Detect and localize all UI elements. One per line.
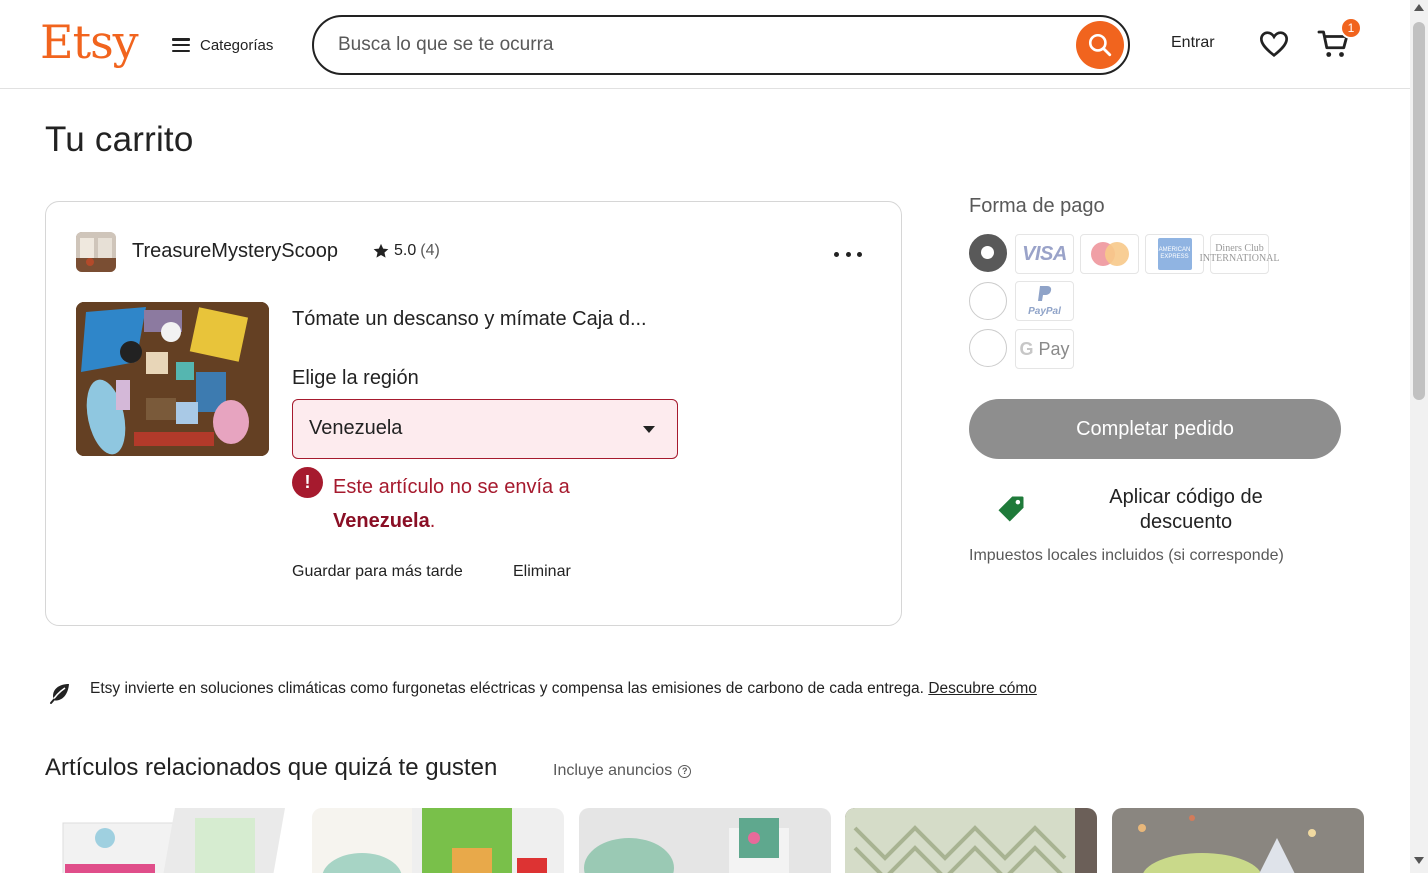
remove-button[interactable]: Eliminar <box>513 563 571 581</box>
payment-radio-googlepay[interactable] <box>969 329 1007 367</box>
search-button[interactable] <box>1076 21 1124 69</box>
tag-icon <box>998 496 1024 522</box>
chevron-down-icon <box>643 426 655 433</box>
page-scrollbar[interactable] <box>1410 0 1428 873</box>
learn-how-link[interactable]: Descubre cómo <box>928 680 1037 697</box>
mastercard-icon <box>1090 242 1129 266</box>
scroll-down-arrow[interactable] <box>1414 857 1424 864</box>
scroll-up-arrow[interactable] <box>1414 4 1424 11</box>
related-items-title: Artículos relacionados que quizá te gust… <box>45 754 498 781</box>
region-label: Elige la región <box>292 367 419 389</box>
product-image[interactable] <box>76 302 269 456</box>
related-item-image <box>312 808 564 873</box>
climate-text: Etsy invierte en soluciones climáticas c… <box>90 680 924 697</box>
page-title: Tu carrito <box>45 120 194 159</box>
categories-button[interactable]: Categorías <box>172 30 273 60</box>
climate-message: Etsy invierte en soluciones climáticas c… <box>90 680 1037 698</box>
complete-order-button[interactable]: Completar pedido <box>969 399 1341 459</box>
error-country: Venezuela <box>333 510 430 532</box>
rating-value: 5.0 <box>394 242 417 259</box>
menu-icon <box>172 38 190 52</box>
error-icon: ! <box>292 467 323 498</box>
related-item-image <box>45 808 297 873</box>
related-item-image <box>1112 808 1364 873</box>
includes-ads-note: Incluye anuncios ? <box>553 762 692 780</box>
paypal-p-icon <box>1037 286 1051 301</box>
visa-logo: VISA <box>1015 234 1074 274</box>
more-options-icon[interactable] <box>834 246 862 262</box>
related-item-thumbnail[interactable] <box>312 808 564 873</box>
diners-club-logo: Diners Club INTERNATIONAL <box>1200 234 1280 274</box>
categories-label: Categorías <box>200 36 274 54</box>
mastercard-logo <box>1080 234 1139 274</box>
heart-icon[interactable] <box>1258 28 1290 60</box>
cart-item-card: TreasureMysteryScoop 5.0 (4) Tómate un d… <box>45 201 902 626</box>
related-item-image <box>845 808 1097 873</box>
related-item-thumbnail[interactable] <box>579 808 831 873</box>
shipping-error-message: Este artículo no se envía a Venezuela. <box>333 470 633 538</box>
review-count: (4) <box>420 242 440 259</box>
shop-rating: 5.0 (4) <box>372 242 440 260</box>
shop-avatar[interactable] <box>76 232 116 272</box>
site-header: Etsy Categorías Entrar 1 <box>0 0 1410 89</box>
product-photo <box>76 302 269 456</box>
help-icon[interactable]: ? <box>678 764 692 778</box>
etsy-logo[interactable]: Etsy <box>40 14 139 70</box>
related-item-image <box>579 808 831 873</box>
related-item-thumbnail[interactable] <box>45 808 297 873</box>
leaf-icon <box>50 684 69 704</box>
taxes-note: Impuestos locales incluidos (si correspo… <box>969 547 1284 564</box>
related-item-thumbnail[interactable] <box>1112 808 1364 873</box>
related-item-thumbnail[interactable] <box>845 808 1097 873</box>
payment-radio-card[interactable] <box>969 234 1007 272</box>
save-for-later-button[interactable]: Guardar para más tarde <box>292 563 463 581</box>
search-input[interactable] <box>338 29 1058 61</box>
scroll-thumb[interactable] <box>1413 22 1425 400</box>
signin-link[interactable]: Entrar <box>1171 34 1215 52</box>
product-title-link[interactable]: Tómate un descanso y mímate Caja d... <box>292 308 647 331</box>
shop-avatar-image <box>76 232 116 272</box>
payment-radio-paypal[interactable] <box>969 282 1007 320</box>
payment-method-title: Forma de pago <box>969 195 1105 217</box>
apply-coupon-button[interactable]: Aplicar código de descuento <box>1080 485 1292 535</box>
google-pay-logo: G Pay <box>1015 329 1074 369</box>
region-selected-value: Venezuela <box>309 417 403 439</box>
error-suffix: . <box>429 510 436 532</box>
error-prefix: Este artículo no se envía a <box>333 476 570 498</box>
shop-name-link[interactable]: TreasureMysteryScoop <box>132 240 338 263</box>
region-select[interactable]: Venezuela <box>292 399 678 459</box>
paypal-logo: PayPal <box>1015 281 1074 321</box>
search-icon <box>1088 33 1112 57</box>
star-icon <box>373 243 389 258</box>
amex-logo: AMERICAN EXPRESS <box>1145 234 1204 274</box>
search-bar <box>312 15 1130 75</box>
cart-count-badge: 1 <box>1340 17 1362 39</box>
